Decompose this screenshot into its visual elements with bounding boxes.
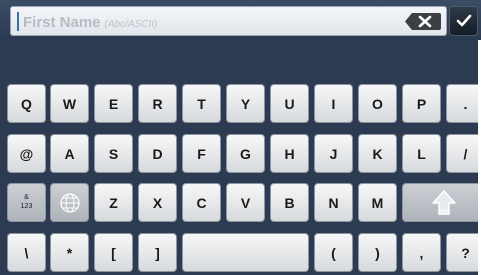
- key-label: D: [152, 145, 163, 162]
- key-label: L: [417, 145, 426, 162]
- key-space[interactable]: [182, 233, 309, 272]
- key-f[interactable]: F: [182, 134, 221, 173]
- key-l[interactable]: L: [402, 134, 441, 173]
- key-label: J: [329, 145, 338, 162]
- key-z[interactable]: Z: [94, 183, 133, 222]
- key-right-bracket[interactable]: ]: [138, 233, 177, 272]
- key-label: C: [196, 194, 207, 211]
- globe-icon: [59, 192, 80, 213]
- key-label: U: [284, 95, 295, 112]
- key-u[interactable]: U: [270, 84, 309, 123]
- key-label: G: [240, 145, 251, 162]
- key-label: [: [111, 244, 116, 261]
- key-m[interactable]: M: [358, 183, 397, 222]
- input-mode-hint: (Abc/ASCII): [104, 19, 158, 30]
- backspace-icon[interactable]: [405, 13, 441, 30]
- key-label: (: [331, 244, 336, 261]
- key-label: N: [328, 194, 339, 211]
- key-label: Z: [109, 194, 118, 211]
- screen: First Name (Abc/ASCII) Q W E R T Y U I O …: [0, 0, 481, 275]
- key-a[interactable]: A: [50, 134, 89, 173]
- key-w[interactable]: W: [50, 84, 89, 123]
- key-o[interactable]: O: [358, 84, 397, 123]
- key-right-paren[interactable]: ): [358, 233, 397, 272]
- key-left-bracket[interactable]: [: [94, 233, 133, 272]
- key-t[interactable]: T: [182, 84, 221, 123]
- key-label: & 123: [20, 194, 33, 210]
- key-p[interactable]: P: [402, 84, 441, 123]
- key-question[interactable]: ?: [446, 233, 481, 272]
- key-label: R: [152, 95, 163, 112]
- key-q[interactable]: Q: [7, 84, 46, 123]
- key-shift[interactable]: [402, 183, 481, 222]
- key-asterisk[interactable]: *: [50, 233, 89, 272]
- checkmark-icon: [456, 14, 472, 27]
- key-r[interactable]: R: [138, 84, 177, 123]
- first-name-field[interactable]: First Name (Abc/ASCII): [10, 6, 447, 36]
- key-label: W: [62, 95, 77, 112]
- key-label: V: [240, 194, 251, 211]
- key-label: ,: [419, 244, 424, 261]
- key-left-paren[interactable]: (: [314, 233, 353, 272]
- key-label: Q: [21, 95, 32, 112]
- key-backslash[interactable]: \: [7, 233, 46, 272]
- key-label: I: [331, 95, 336, 112]
- placeholder-text: First Name: [23, 14, 101, 31]
- key-e[interactable]: E: [94, 84, 133, 123]
- key-label: M: [371, 194, 384, 211]
- done-button[interactable]: [449, 6, 478, 36]
- key-label: *: [66, 244, 73, 261]
- key-label: H: [284, 145, 295, 162]
- key-label: Y: [240, 95, 251, 112]
- field-placeholder: First Name (Abc/ASCII): [23, 14, 157, 31]
- key-label: @: [19, 145, 34, 162]
- key-language[interactable]: [50, 183, 89, 222]
- key-v[interactable]: V: [226, 183, 265, 222]
- key-label: A: [64, 145, 75, 162]
- key-label: K: [372, 145, 383, 162]
- shift-arrow-icon: [431, 189, 456, 215]
- key-label: P: [416, 95, 427, 112]
- key-label: S: [108, 145, 119, 162]
- key-c[interactable]: C: [182, 183, 221, 222]
- key-label: B: [284, 194, 295, 211]
- key-label: F: [197, 145, 206, 162]
- key-label: ?: [461, 244, 470, 261]
- key-n[interactable]: N: [314, 183, 353, 222]
- key-label: E: [108, 95, 119, 112]
- key-at[interactable]: @: [7, 134, 46, 173]
- key-y[interactable]: Y: [226, 84, 265, 123]
- key-d[interactable]: D: [138, 134, 177, 173]
- key-label: ): [375, 244, 380, 261]
- key-x[interactable]: X: [138, 183, 177, 222]
- key-s[interactable]: S: [94, 134, 133, 173]
- text-caret: [17, 12, 19, 31]
- key-label: X: [152, 194, 163, 211]
- key-h[interactable]: H: [270, 134, 309, 173]
- key-period[interactable]: .: [446, 84, 481, 123]
- key-b[interactable]: B: [270, 183, 309, 222]
- key-label: /: [463, 145, 468, 162]
- on-screen-keyboard: Q W E R T Y U I O P . @ A S D F G H J K …: [0, 40, 481, 275]
- key-label: O: [372, 95, 383, 112]
- key-slash[interactable]: /: [446, 134, 481, 173]
- key-j[interactable]: J: [314, 134, 353, 173]
- key-comma[interactable]: ,: [402, 233, 441, 272]
- key-label: ]: [155, 244, 160, 261]
- key-i[interactable]: I: [314, 84, 353, 123]
- key-label: T: [197, 95, 206, 112]
- key-label: \: [24, 244, 29, 261]
- key-symbols-toggle[interactable]: & 123: [7, 183, 46, 222]
- key-k[interactable]: K: [358, 134, 397, 173]
- key-g[interactable]: G: [226, 134, 265, 173]
- key-label: .: [463, 95, 468, 112]
- input-bar: First Name (Abc/ASCII): [0, 0, 481, 40]
